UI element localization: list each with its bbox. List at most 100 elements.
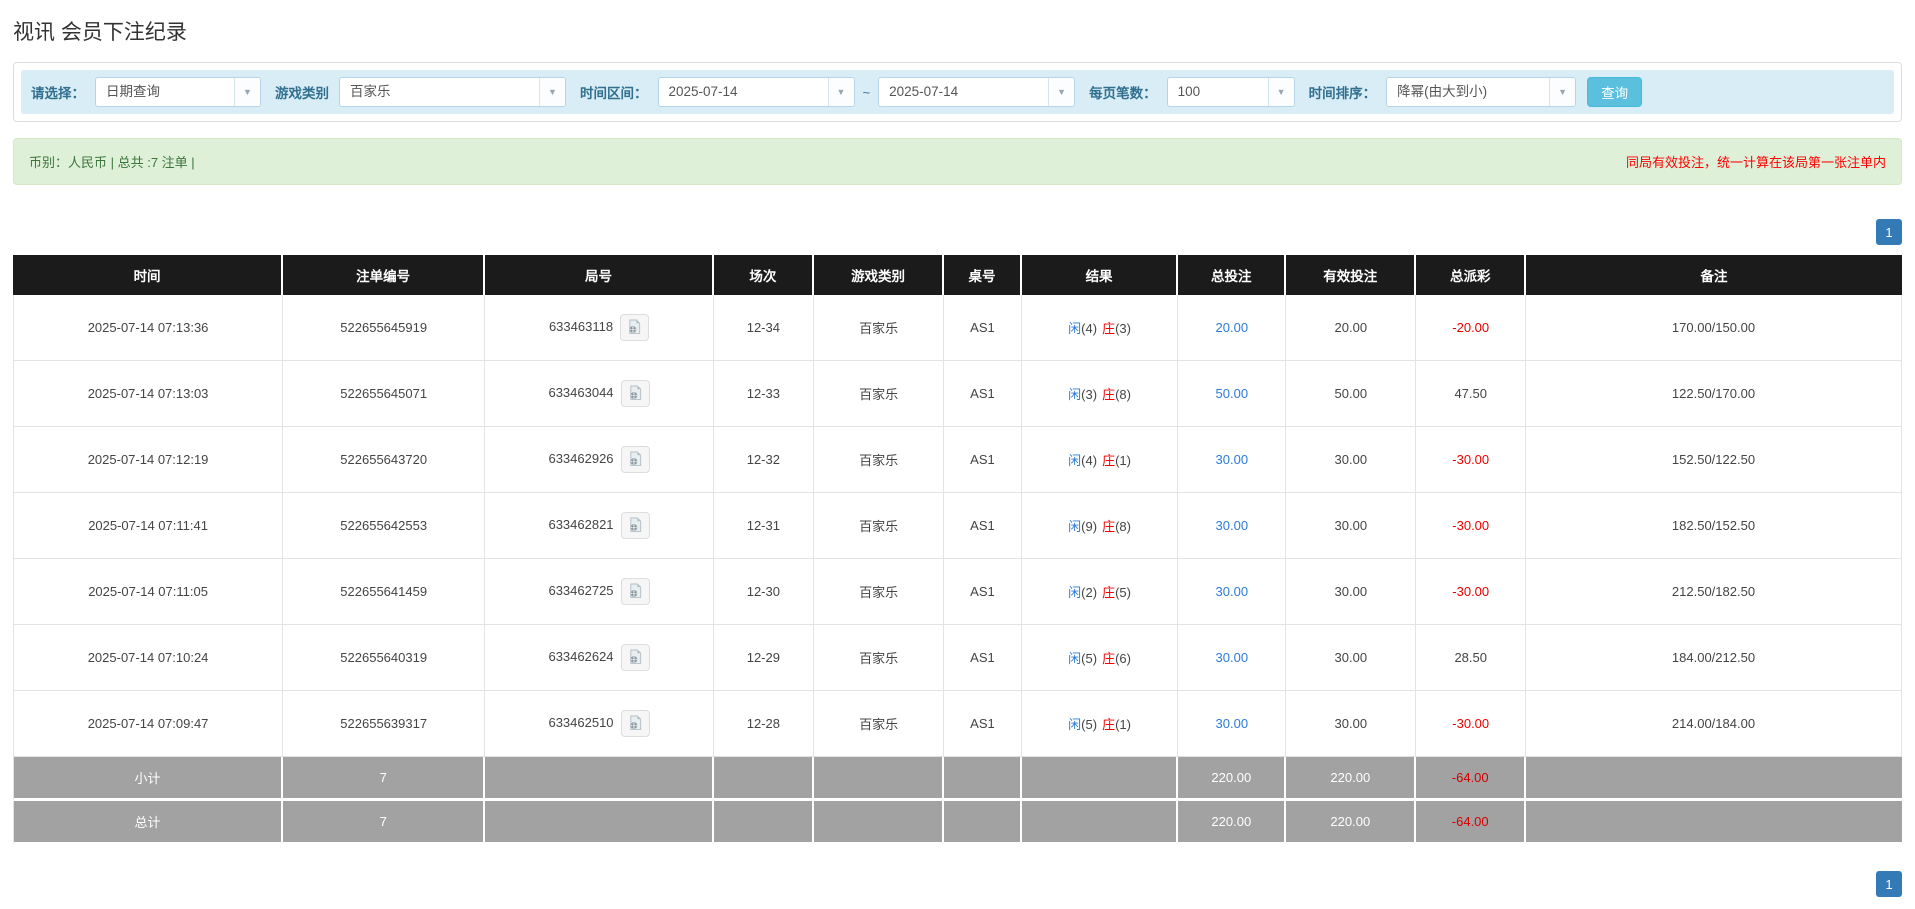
cell-valid-bet: 30.00 xyxy=(1286,493,1417,559)
cell-result: 闲(5) 庄(6) xyxy=(1021,625,1179,691)
total-empty-cell xyxy=(813,801,945,845)
player-result-score: (3) xyxy=(1081,387,1098,402)
total-empty-cell xyxy=(1526,801,1902,845)
cell-time: 2025-07-14 07:10:24 xyxy=(13,625,284,691)
table-header-row: 时间 注单编号 局号 场次 游戏类别 桌号 结果 总投注 有效投注 总派彩 备注 xyxy=(13,255,1902,295)
round-id-text: 633463118 xyxy=(548,318,614,334)
cell-result: 闲(5) 庄(1) xyxy=(1021,691,1179,757)
cell-round-id: 633462624 xyxy=(485,625,714,691)
time-range-label: 时间区间： xyxy=(580,86,648,101)
table-row: 2025-07-14 07:11:05 522655641459 6334627… xyxy=(13,559,1902,625)
player-result-label: 闲 xyxy=(1068,387,1082,402)
cell-payout: 28.50 xyxy=(1416,625,1526,691)
total-count: 7 xyxy=(283,801,486,845)
video-replay-button[interactable] xyxy=(620,380,650,407)
column-header: 总派彩 xyxy=(1416,255,1526,295)
cell-payout: -30.00 xyxy=(1416,691,1526,757)
subtotal-empty-cell xyxy=(1021,757,1179,801)
cell-total-bet: 50.00 xyxy=(1178,361,1287,427)
round-id-text: 633462821 xyxy=(548,516,614,532)
film-file-icon xyxy=(629,583,641,599)
total-valid-bet: 220.00 xyxy=(1286,801,1417,845)
page-1-button[interactable]: 1 xyxy=(1876,219,1902,245)
chevron-down-icon[interactable]: ▼ xyxy=(827,78,854,106)
search-button[interactable]: 查询 xyxy=(1587,77,1643,107)
cell-total-bet: 20.00 xyxy=(1178,295,1287,361)
film-file-icon xyxy=(629,319,641,335)
film-file-icon xyxy=(629,385,641,401)
total-empty-cell xyxy=(485,801,714,845)
page-1-button[interactable]: 1 xyxy=(1876,871,1902,897)
cell-game-type: 百家乐 xyxy=(813,625,945,691)
player-result-label: 闲 xyxy=(1068,453,1082,468)
cell-payout: -30.00 xyxy=(1416,559,1526,625)
cell-valid-bet: 30.00 xyxy=(1286,427,1417,493)
cell-payout: -30.00 xyxy=(1416,427,1526,493)
player-result-score: (5) xyxy=(1081,717,1098,732)
banker-result-label: 庄 xyxy=(1102,585,1116,600)
player-result-score: (9) xyxy=(1081,519,1098,534)
video-replay-button[interactable] xyxy=(620,512,650,539)
game-type-dropdown[interactable]: 百家乐 ▼ xyxy=(339,77,566,107)
cell-valid-bet: 20.00 xyxy=(1286,295,1417,361)
player-result-score: (4) xyxy=(1081,453,1098,468)
cell-total-bet: 30.00 xyxy=(1178,493,1287,559)
cell-result: 闲(4) 庄(3) xyxy=(1021,295,1179,361)
cell-session: 12-29 xyxy=(713,625,814,691)
page-size-dropdown[interactable]: 100 ▼ xyxy=(1166,77,1295,107)
column-header: 总投注 xyxy=(1178,255,1287,295)
player-result-label: 闲 xyxy=(1068,519,1082,534)
cell-round-id: 633462926 xyxy=(485,427,714,493)
subtotal-count: 7 xyxy=(283,757,486,801)
video-replay-button[interactable] xyxy=(620,710,650,737)
total-label: 总计 xyxy=(13,801,284,845)
video-replay-button[interactable] xyxy=(620,578,650,605)
cell-bet-id: 522655645071 xyxy=(283,361,486,427)
total-total-bet: 220.00 xyxy=(1178,801,1287,845)
video-replay-button[interactable] xyxy=(620,314,650,341)
cell-time: 2025-07-14 07:13:36 xyxy=(13,295,284,361)
video-replay-button[interactable] xyxy=(620,446,650,473)
date-to-value: 2025-07-14 xyxy=(889,84,959,99)
page-size-label: 每页笔数： xyxy=(1089,86,1157,101)
round-id-text: 633462624 xyxy=(548,648,614,664)
query-type-label: 请选择： xyxy=(31,86,85,101)
date-from-picker[interactable]: 2025-07-14 ▼ xyxy=(657,77,855,107)
subtotal-row: 小计 7 220.00 220.00 -64.00 xyxy=(13,757,1902,801)
cell-round-id: 633463044 xyxy=(485,361,714,427)
query-type-dropdown[interactable]: 日期查询 ▼ xyxy=(95,77,261,107)
chevron-down-icon[interactable]: ▼ xyxy=(1267,78,1294,106)
cell-session: 12-30 xyxy=(713,559,814,625)
player-result-label: 闲 xyxy=(1068,585,1082,600)
chevron-down-icon[interactable]: ▼ xyxy=(539,78,565,106)
cell-game-type: 百家乐 xyxy=(813,427,945,493)
video-replay-button[interactable] xyxy=(620,644,650,671)
date-to-picker[interactable]: 2025-07-14 ▼ xyxy=(878,77,1076,107)
cell-round-id: 633462821 xyxy=(485,493,714,559)
cell-time: 2025-07-14 07:09:47 xyxy=(13,691,284,757)
cell-session: 12-31 xyxy=(713,493,814,559)
chevron-down-icon[interactable]: ▼ xyxy=(1549,78,1576,106)
player-result-score: (4) xyxy=(1081,321,1098,336)
cell-remark: 214.00/184.00 xyxy=(1526,691,1902,757)
subtotal-total-bet: 220.00 xyxy=(1178,757,1287,801)
time-sort-dropdown[interactable]: 降幂(由大到小) ▼ xyxy=(1386,77,1577,107)
chevron-down-icon[interactable]: ▼ xyxy=(1048,78,1075,106)
cell-table-no: AS1 xyxy=(944,427,1022,493)
chevron-down-icon[interactable]: ▼ xyxy=(234,78,260,106)
cell-valid-bet: 50.00 xyxy=(1286,361,1417,427)
cell-remark: 212.50/182.50 xyxy=(1526,559,1902,625)
round-id-text: 633462926 xyxy=(548,450,614,466)
cell-bet-id: 522655645919 xyxy=(283,295,486,361)
banker-result-label: 庄 xyxy=(1102,387,1116,402)
player-result-label: 闲 xyxy=(1068,717,1082,732)
subtotal-empty-cell xyxy=(485,757,714,801)
table-row: 2025-07-14 07:11:41 522655642553 6334628… xyxy=(13,493,1902,559)
cell-bet-id: 522655639317 xyxy=(283,691,486,757)
banker-result-score: (3) xyxy=(1115,321,1131,336)
cell-session: 12-32 xyxy=(713,427,814,493)
range-tilde: ~ xyxy=(862,84,871,100)
cell-round-id: 633463118 xyxy=(485,295,714,361)
cell-table-no: AS1 xyxy=(944,493,1022,559)
cell-valid-bet: 30.00 xyxy=(1286,691,1417,757)
